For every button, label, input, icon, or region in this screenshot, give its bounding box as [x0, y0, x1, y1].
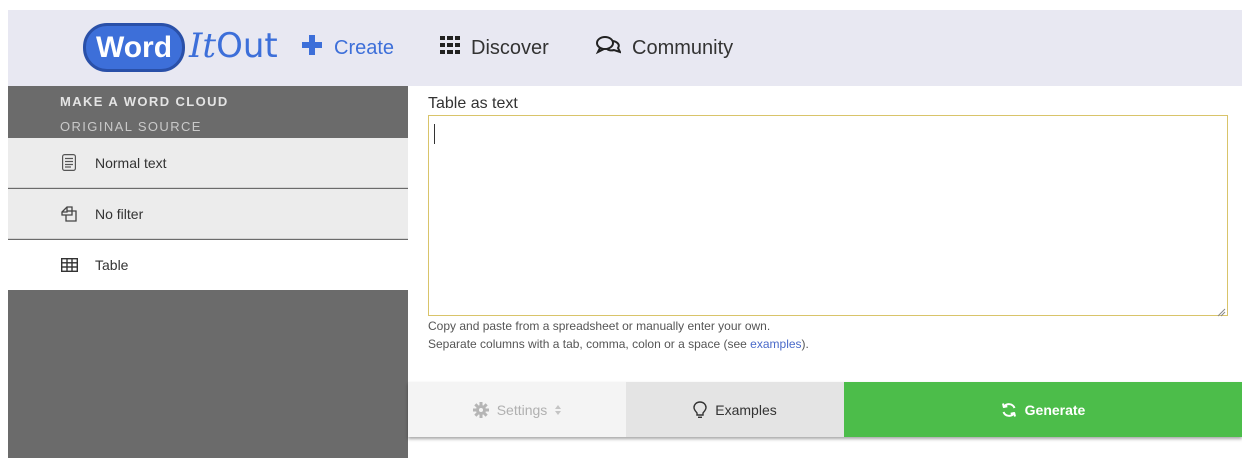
examples-link[interactable]: examples	[750, 337, 801, 351]
help-text-paste: Copy and paste from a spreadsheet or man…	[428, 319, 771, 333]
sidebar-filler	[8, 293, 408, 458]
top-navigation-bar: Word ItOut Create Discover Community	[8, 10, 1242, 86]
examples-button[interactable]: Examples	[626, 382, 844, 437]
grid-icon	[440, 36, 460, 60]
table-text-input[interactable]	[428, 115, 1228, 316]
help-text-suffix: ).	[801, 337, 809, 351]
logo-itout-text: ItOut	[189, 26, 278, 66]
sidebar-item-no-filter[interactable]: No filter	[8, 189, 408, 239]
sidebar-header: MAKE A WORD CLOUD ORIGINAL SOURCE	[8, 86, 408, 138]
sidebar: MAKE A WORD CLOUD ORIGINAL SOURCE Normal…	[8, 86, 408, 458]
sidebar-item-label: Table	[95, 257, 129, 273]
help-text-separators: Separate columns with a tab, comma, colo…	[428, 337, 809, 351]
nav-community-label: Community	[632, 36, 734, 59]
sidebar-subtitle: ORIGINAL SOURCE	[60, 119, 202, 134]
table-text-label: Table as text	[428, 95, 518, 112]
resize-grip-icon[interactable]	[1216, 304, 1226, 317]
nav-discover-label: Discover	[471, 36, 549, 59]
table-icon	[60, 256, 78, 274]
sidebar-item-table[interactable]: Table	[8, 240, 408, 290]
document-icon	[60, 154, 78, 172]
chat-icon	[595, 35, 622, 61]
settings-button[interactable]: Settings	[408, 382, 626, 437]
sidebar-item-label: No filter	[95, 205, 144, 222]
logo-word-badge: Word	[83, 23, 185, 72]
gear-icon	[472, 401, 489, 418]
logo-out-text: Out	[216, 26, 278, 66]
sidebar-title: MAKE A WORD CLOUD	[60, 94, 229, 109]
sidebar-item-label: Normal text	[95, 154, 167, 171]
settings-label: Settings	[496, 401, 548, 418]
sort-arrows-icon	[555, 404, 562, 415]
logo-it-text: It	[189, 26, 217, 66]
generate-button[interactable]: Generate	[844, 382, 1242, 437]
nav-create-label: Create	[334, 36, 395, 59]
plus-icon	[301, 34, 323, 62]
nav-community-link[interactable]: Community	[595, 34, 733, 62]
generate-label: Generate	[1024, 401, 1086, 418]
action-button-bar: Settings Examples Generate	[408, 382, 1242, 437]
nav-discover-link[interactable]: Discover	[440, 34, 549, 62]
sidebar-item-normal-text[interactable]: Normal text	[8, 138, 408, 188]
refresh-icon	[1001, 402, 1017, 418]
help-text-prefix: Separate columns with a tab, comma, colo…	[428, 337, 751, 351]
copy-icon	[60, 205, 78, 223]
text-caret	[434, 124, 435, 144]
lightbulb-icon	[693, 400, 707, 419]
nav-create-link[interactable]: Create	[301, 34, 394, 62]
examples-label: Examples	[715, 401, 777, 418]
